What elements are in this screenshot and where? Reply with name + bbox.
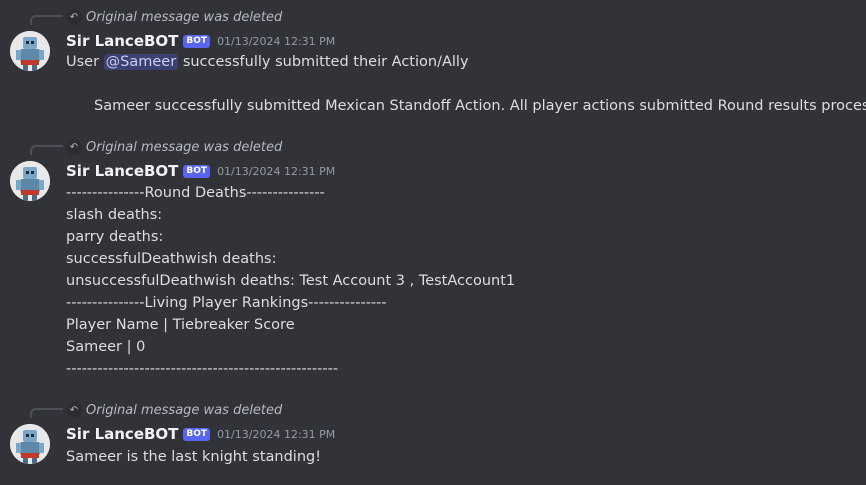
deleted-message-label: Original message was deleted [86, 9, 283, 25]
reply-connector [30, 15, 63, 25]
reply-arrow-icon: ↶ [66, 139, 82, 155]
slash-deaths-line: slash deaths: [66, 207, 163, 223]
message-header: Sir LanceBOT BOT 01/13/2024 12:31 PM [66, 31, 335, 51]
message-detail: Sameer successfully submitted Mexican St… [94, 98, 866, 114]
user-mention[interactable]: @Sameer [103, 54, 179, 70]
bot-message-1: ↶ Original message was deleted Sir Lance… [0, 0, 866, 130]
reply-reference[interactable]: ↶ Original message was deleted [66, 8, 282, 26]
reply-reference[interactable]: ↶ Original message was deleted [66, 401, 282, 419]
unsuccessful-deathwish-line: unsuccessfulDeathwish deaths: Test Accou… [66, 273, 516, 289]
message-text: Sameer is the last knight standing! [66, 449, 322, 465]
author-name[interactable]: Sir LanceBOT [66, 162, 178, 180]
parry-deaths-line: parry deaths: [66, 229, 164, 245]
successful-deathwish-line: successfulDeathwish deaths: [66, 251, 277, 267]
message-header: Sir LanceBOT BOT 01/13/2024 12:31 PM [66, 424, 335, 444]
message-text: User [66, 54, 100, 70]
bot-badge: BOT [183, 164, 211, 178]
ranking-row: Sameer | 0 [66, 339, 146, 355]
bot-message-3: ↶ Original message was deleted Sir Lance… [0, 393, 866, 485]
reply-arrow-icon: ↶ [66, 9, 82, 25]
robot-knight-avatar-icon [10, 31, 50, 71]
bot-avatar[interactable] [10, 161, 50, 201]
author-name[interactable]: Sir LanceBOT [66, 32, 178, 50]
deleted-message-label: Original message was deleted [86, 139, 283, 155]
bot-avatar[interactable] [10, 31, 50, 71]
reply-reference[interactable]: ↶ Original message was deleted [66, 138, 282, 156]
reply-arrow-icon: ↶ [66, 402, 82, 418]
robot-knight-avatar-icon [10, 161, 50, 201]
reply-connector [30, 145, 63, 155]
message-line: User @Sameer successfully submitted thei… [66, 51, 469, 73]
chat-message-list: ↶ Original message was deleted Sir Lance… [0, 0, 866, 485]
round-deaths-divider: ---------------Round Deaths-------------… [66, 185, 325, 201]
bot-message-2: ↶ Original message was deleted Sir Lance… [0, 130, 866, 385]
rankings-divider: ---------------Living Player Rankings---… [66, 295, 387, 311]
bot-badge: BOT [183, 427, 211, 441]
message-timestamp: 01/13/2024 12:31 PM [217, 427, 336, 441]
author-name[interactable]: Sir LanceBOT [66, 425, 178, 443]
bot-badge: BOT [183, 34, 211, 48]
closing-divider: ----------------------------------------… [66, 361, 339, 377]
rankings-header: Player Name | Tiebreaker Score [66, 317, 295, 333]
message-timestamp: 01/13/2024 12:31 PM [217, 34, 336, 48]
robot-knight-avatar-icon [10, 424, 50, 464]
reply-connector [30, 408, 63, 418]
bot-avatar[interactable] [10, 424, 50, 464]
message-header: Sir LanceBOT BOT 01/13/2024 12:31 PM [66, 161, 335, 181]
deleted-message-label: Original message was deleted [86, 402, 283, 418]
message-text: successfully submitted their Action/Ally [182, 54, 469, 70]
message-timestamp: 01/13/2024 12:31 PM [217, 164, 336, 178]
